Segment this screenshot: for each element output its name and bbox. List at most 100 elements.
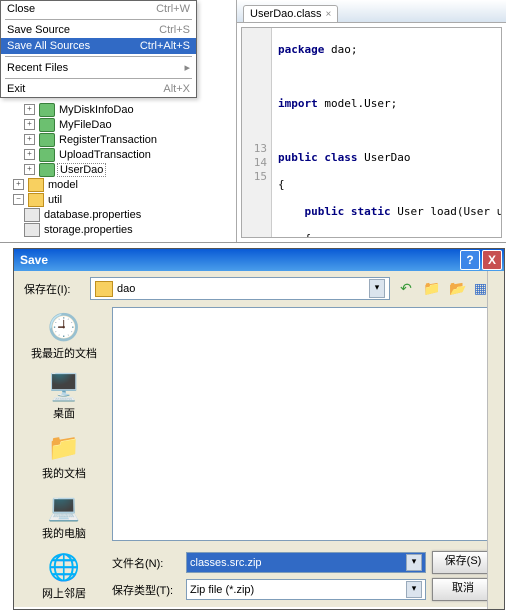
- gutter: 13 14 15 23: [242, 28, 272, 237]
- place-label: 我的电脑: [42, 525, 86, 541]
- class-icon: [39, 163, 55, 177]
- code-editor[interactable]: 13 14 15 23 package dao; import model.Us…: [241, 27, 502, 238]
- new-folder-icon[interactable]: 📂: [448, 279, 468, 299]
- desktop-icon: 🖥️: [48, 371, 80, 403]
- recent-icon: 🕘: [48, 311, 80, 343]
- tab-label: UserDao.class: [250, 8, 322, 20]
- class-icon: [39, 103, 55, 117]
- file-menu: CloseCtrl+W Save SourceCtrl+S Save All S…: [0, 0, 197, 98]
- tree-item-mydiskinfodao[interactable]: + MyDiskInfoDao: [2, 102, 232, 117]
- dialog-titlebar[interactable]: Save ? X: [14, 249, 504, 271]
- tree-label: storage.properties: [42, 224, 135, 236]
- filetype-combo[interactable]: Zip file (*.zip) ▾: [186, 579, 426, 600]
- menu-exit[interactable]: ExitAlt+X: [1, 81, 196, 97]
- tree-label: MyDiskInfoDao: [57, 104, 136, 116]
- dialog-scrollbar[interactable]: [487, 271, 504, 609]
- back-icon[interactable]: ↶: [396, 279, 416, 299]
- menu-separator: [5, 78, 192, 79]
- places-bar: 🕘 我最近的文档 🖥️ 桌面 📁 我的文档 💻 我的电脑 🌐 网上邻居: [24, 307, 104, 605]
- place-label: 网上邻居: [42, 585, 86, 601]
- save-dialog: Save ? X 保存在(I): dao ▾ ↶ 📁 📂 ▦▾ 🕘我最近的文档 …: [13, 248, 505, 610]
- tree-item-database-properties[interactable]: database.properties: [2, 207, 232, 222]
- place-desktop[interactable]: 🖥️ 桌面: [24, 367, 104, 425]
- save-in-value: dao: [117, 283, 135, 295]
- expand-icon[interactable]: +: [24, 104, 35, 115]
- place-mycomputer[interactable]: 💻 我的电脑: [24, 487, 104, 545]
- editor-tab-bar: UserDao.class ×: [237, 0, 506, 23]
- expand-icon[interactable]: +: [13, 179, 24, 190]
- place-mydocs[interactable]: 📁 我的文档: [24, 427, 104, 485]
- class-icon: [39, 148, 55, 162]
- up-icon[interactable]: 📁: [422, 279, 442, 299]
- file-list[interactable]: [112, 307, 494, 541]
- menu-separator: [5, 56, 192, 57]
- dropdown-icon[interactable]: ▾: [406, 554, 422, 571]
- menu-save-source[interactable]: Save SourceCtrl+S: [1, 22, 196, 38]
- tree-item-registertransaction[interactable]: +RegisterTransaction: [2, 132, 232, 147]
- computer-icon: 💻: [48, 491, 80, 523]
- filename-value: classes.src.zip: [190, 557, 262, 569]
- expand-icon[interactable]: +: [24, 164, 35, 175]
- editor-tab-userdao[interactable]: UserDao.class ×: [243, 5, 338, 22]
- menu-recent-label: Recent Files: [7, 62, 184, 74]
- folder-icon: [28, 178, 44, 192]
- menu-separator: [5, 19, 192, 20]
- line-number: 14: [246, 156, 267, 170]
- save-button[interactable]: 保存(S): [432, 551, 494, 574]
- menu-save-source-label: Save Source: [7, 24, 159, 36]
- menu-save-all-label: Save All Sources: [7, 40, 140, 52]
- place-label: 我最近的文档: [31, 345, 97, 361]
- filename-input[interactable]: classes.src.zip ▾: [186, 552, 426, 573]
- menu-close-label: Close: [7, 3, 156, 15]
- expand-icon[interactable]: +: [24, 119, 35, 130]
- project-tree: + MyDiskInfoDao + MyFileDao +RegisterTrans…: [0, 100, 234, 244]
- menu-save-all[interactable]: Save All SourcesCtrl+Alt+S: [1, 38, 196, 54]
- line-number: 15: [246, 170, 267, 184]
- tree-label: UserDao: [57, 163, 106, 177]
- dropdown-icon[interactable]: ▾: [369, 279, 385, 298]
- tab-close-icon[interactable]: ×: [326, 9, 332, 20]
- tree-item-uploadtransaction[interactable]: + UploadTransaction: [2, 147, 232, 162]
- menu-recent-arrow-icon: ▸: [184, 61, 190, 74]
- dialog-body: 保存在(I): dao ▾ ↶ 📁 📂 ▦▾ 🕘我最近的文档 🖥️桌面 📁我的文…: [14, 271, 504, 607]
- filetype-value: Zip file (*.zip): [190, 584, 254, 596]
- tree-item-model[interactable]: + model: [2, 177, 232, 192]
- file-icon: [24, 208, 40, 222]
- tree-label: MyFileDao: [57, 119, 114, 131]
- tree-item-util[interactable]: − util: [2, 192, 232, 207]
- tree-label: UploadTransaction: [57, 149, 153, 161]
- folder-icon: [28, 193, 44, 207]
- documents-icon: 📁: [48, 431, 80, 463]
- filetype-label: 保存类型(T):: [112, 582, 180, 598]
- menu-close-accel: Ctrl+W: [156, 3, 190, 15]
- cancel-button[interactable]: 取消: [432, 578, 494, 601]
- network-icon: 🌐: [48, 551, 80, 583]
- source-code: package dao; import model.User; public c…: [276, 28, 501, 238]
- place-network[interactable]: 🌐 网上邻居: [24, 547, 104, 605]
- file-icon: [24, 223, 40, 237]
- tree-label: model: [46, 179, 80, 191]
- place-label: 桌面: [53, 405, 75, 421]
- place-label: 我的文档: [42, 465, 86, 481]
- menu-exit-accel: Alt+X: [163, 83, 190, 95]
- tree-item-userdao[interactable]: + UserDao: [2, 162, 232, 177]
- place-recent[interactable]: 🕘 我最近的文档: [24, 307, 104, 365]
- filename-label: 文件名(N):: [112, 555, 180, 571]
- tree-item-storage-properties[interactable]: storage.properties: [2, 222, 232, 237]
- expand-icon[interactable]: +: [24, 149, 35, 160]
- dropdown-icon[interactable]: ▾: [406, 581, 422, 598]
- dialog-title: Save: [20, 253, 458, 267]
- collapse-icon[interactable]: −: [13, 194, 24, 205]
- tree-label: util: [46, 194, 64, 206]
- save-in-combo[interactable]: dao ▾: [90, 277, 390, 300]
- folder-icon: [95, 281, 113, 297]
- editor-panel: UserDao.class × 13 14 15 23 package dao; …: [236, 0, 506, 242]
- expand-icon[interactable]: +: [24, 134, 35, 145]
- menu-exit-label: Exit: [7, 83, 163, 95]
- menu-recent-files[interactable]: Recent Files▸: [1, 59, 196, 76]
- menu-close[interactable]: CloseCtrl+W: [1, 1, 196, 17]
- help-button[interactable]: ?: [460, 250, 480, 270]
- tree-item-myfiledao[interactable]: + MyFileDao: [2, 117, 232, 132]
- close-button[interactable]: X: [482, 250, 502, 270]
- class-icon: [39, 118, 55, 132]
